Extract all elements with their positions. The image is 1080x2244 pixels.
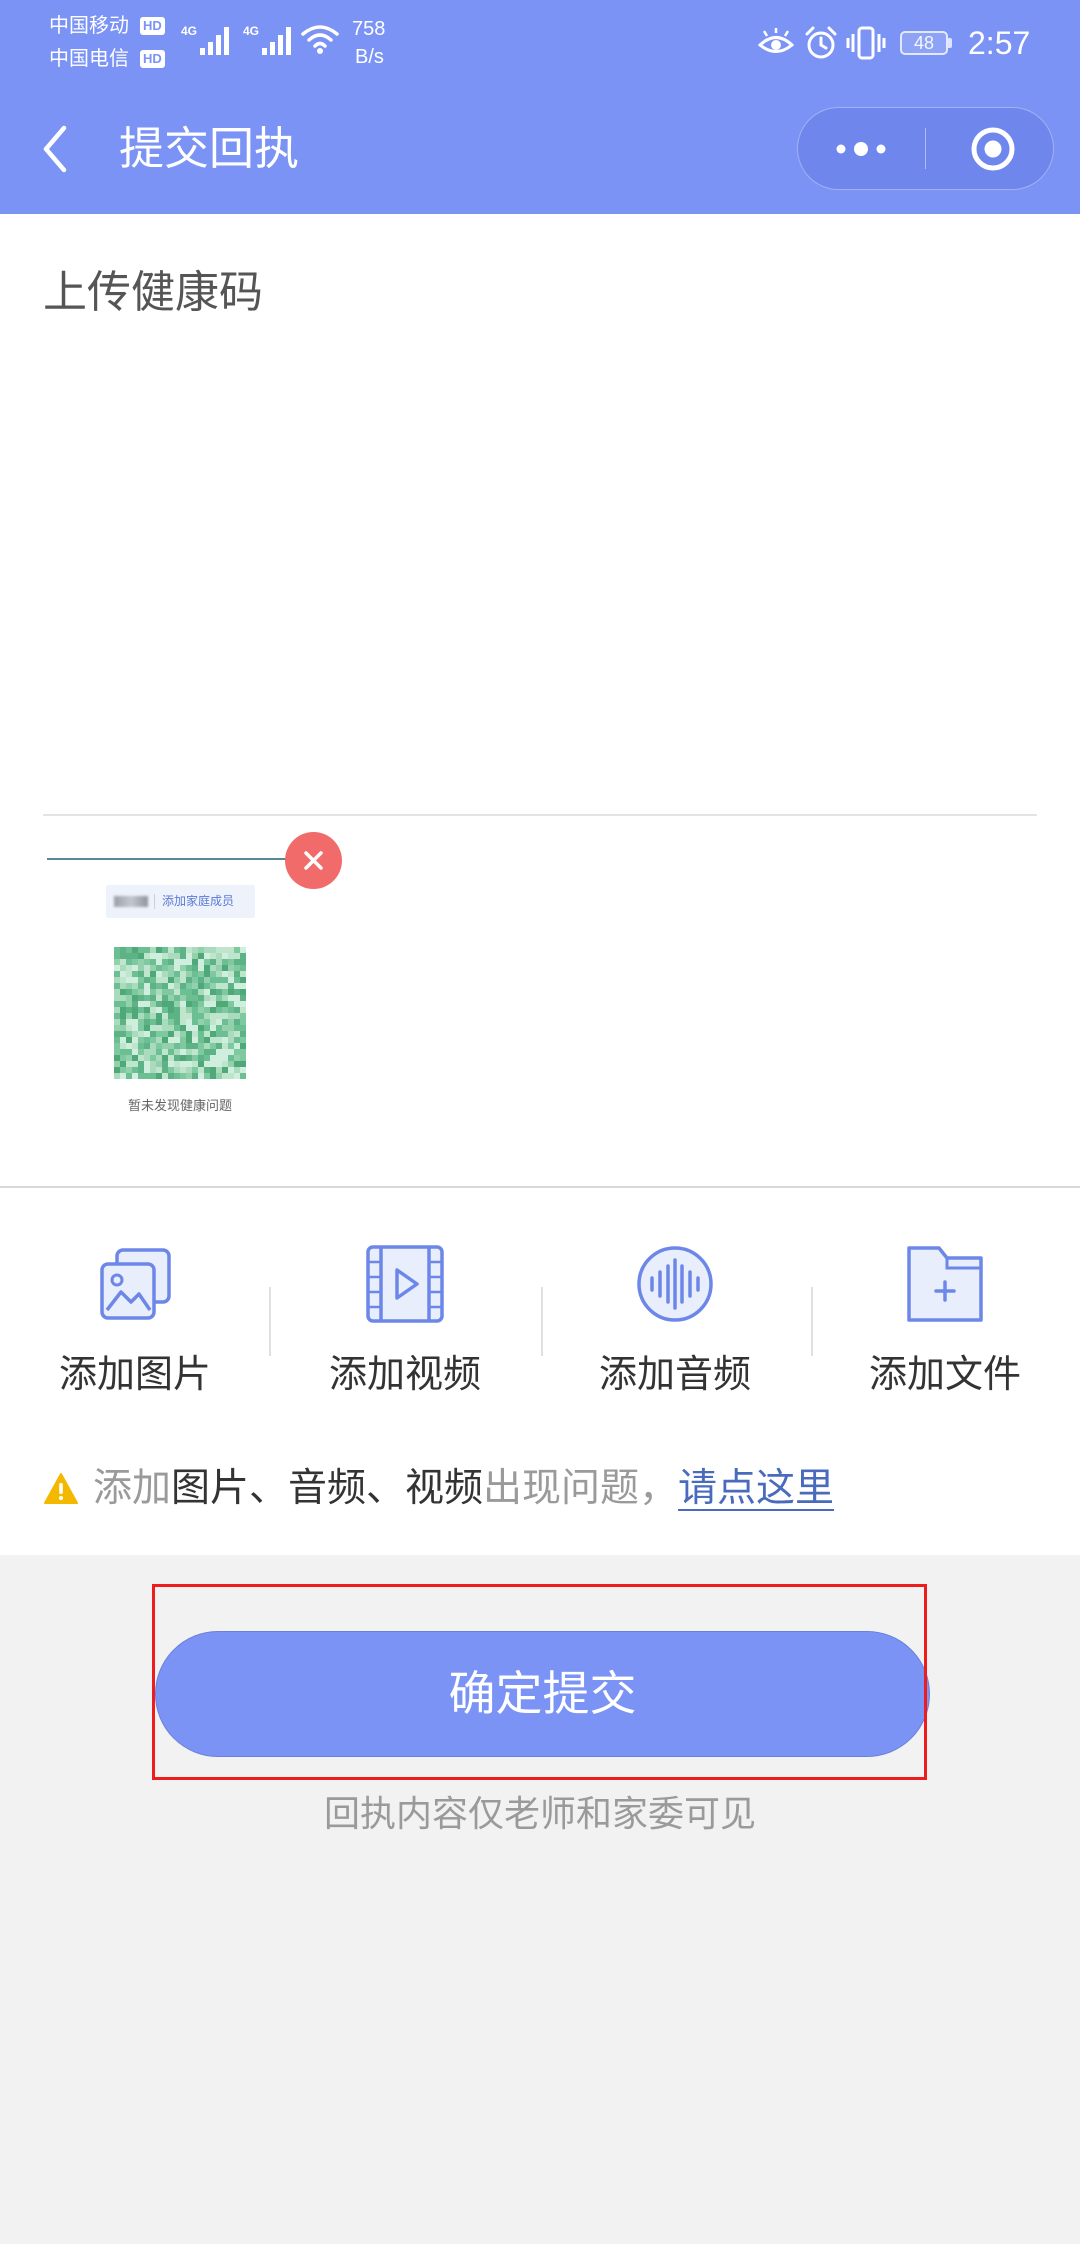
carrier-1: 中国移动 (49, 15, 129, 37)
mini-program-capsule (797, 107, 1054, 190)
eye-icon (758, 28, 794, 53)
status-bar: 中国移动 HD 中国电信 HD 4G 4G 758 B/s 48 2:57 (0, 0, 1080, 86)
carrier-2: 中国电信 (49, 48, 129, 70)
visibility-note: 回执内容仅老师和家委可见 (323, 1793, 756, 1834)
capsule-divider (925, 128, 926, 169)
family-member-tag: 添加家庭成员 (106, 885, 255, 918)
header: 中国移动 HD 中国电信 HD 4G 4G 758 B/s 48 2:57 提交… (0, 0, 1080, 214)
action-label: 添加文件 (868, 1354, 1021, 1396)
attachment-thumbnail[interactable]: 添加家庭成员 暂未发现健康问题 (43, 848, 317, 1133)
delete-attachment-button[interactable] (285, 832, 342, 889)
tag-label: 添加家庭成员 (162, 894, 235, 908)
audio-icon (637, 1246, 713, 1322)
text-area[interactable] (43, 334, 1037, 804)
help-link[interactable]: 请点这里 (678, 1467, 834, 1510)
close-icon (304, 851, 323, 870)
thumbnail-top-line (47, 858, 286, 860)
battery-level: 48 (913, 33, 935, 53)
network-type: 4G (243, 24, 260, 38)
hd-badge: HD (140, 50, 165, 68)
image-icon (100, 1248, 171, 1320)
speed-unit: B/s (355, 46, 384, 68)
divider (43, 814, 1037, 816)
vibrate-icon (846, 26, 886, 60)
back-chevron-icon[interactable] (38, 124, 74, 174)
video-icon (366, 1245, 444, 1323)
warning-icon (44, 1473, 78, 1504)
notice-media: 图片、音频、视频 (171, 1467, 484, 1510)
action-label: 添加音频 (598, 1354, 751, 1396)
section-separator (0, 1186, 1080, 1188)
signal-icon (200, 27, 229, 55)
page-title: 提交回执 (119, 123, 300, 174)
notice-prefix: 添加 (93, 1467, 172, 1510)
upload-problem-notice: 添加图片、音频、视频出现问题，请点这里 (93, 1466, 834, 1512)
upload-title: 上传健康码 (43, 268, 263, 317)
more-dots-icon[interactable] (833, 139, 889, 159)
blurred-name (114, 896, 148, 907)
alarm-icon (805, 26, 837, 59)
add-file-button[interactable]: 添加文件 (810, 1244, 1080, 1404)
notice-suffix: 出现问题， (483, 1467, 679, 1510)
health-qr-code (114, 947, 246, 1079)
receipt-form: 上传健康码 添加家庭成员 暂未发现健康问题 添加图片 添加视频 添加音频 添加文… (0, 214, 1080, 1555)
speed-value: 758 (352, 18, 386, 40)
action-label: 添加图片 (58, 1354, 211, 1396)
network-type: 4G (181, 24, 198, 38)
add-video-button[interactable]: 添加视频 (270, 1244, 540, 1404)
signal-icon (262, 27, 291, 55)
wifi-icon (301, 25, 339, 54)
action-label: 添加视频 (328, 1354, 481, 1396)
folder-add-icon (907, 1246, 983, 1322)
thumbnail-caption: 暂未发现健康问题 (127, 1098, 232, 1113)
close-target-icon[interactable] (966, 122, 1020, 176)
add-audio-button[interactable]: 添加音频 (540, 1244, 810, 1404)
tag-divider (154, 894, 155, 909)
hd-badge: HD (140, 17, 165, 35)
battery-icon: 48 (900, 31, 948, 55)
battery-nub (948, 38, 952, 48)
add-image-button[interactable]: 添加图片 (0, 1244, 270, 1404)
status-time: 2:57 (968, 25, 1031, 61)
highlight-box (152, 1584, 927, 1780)
